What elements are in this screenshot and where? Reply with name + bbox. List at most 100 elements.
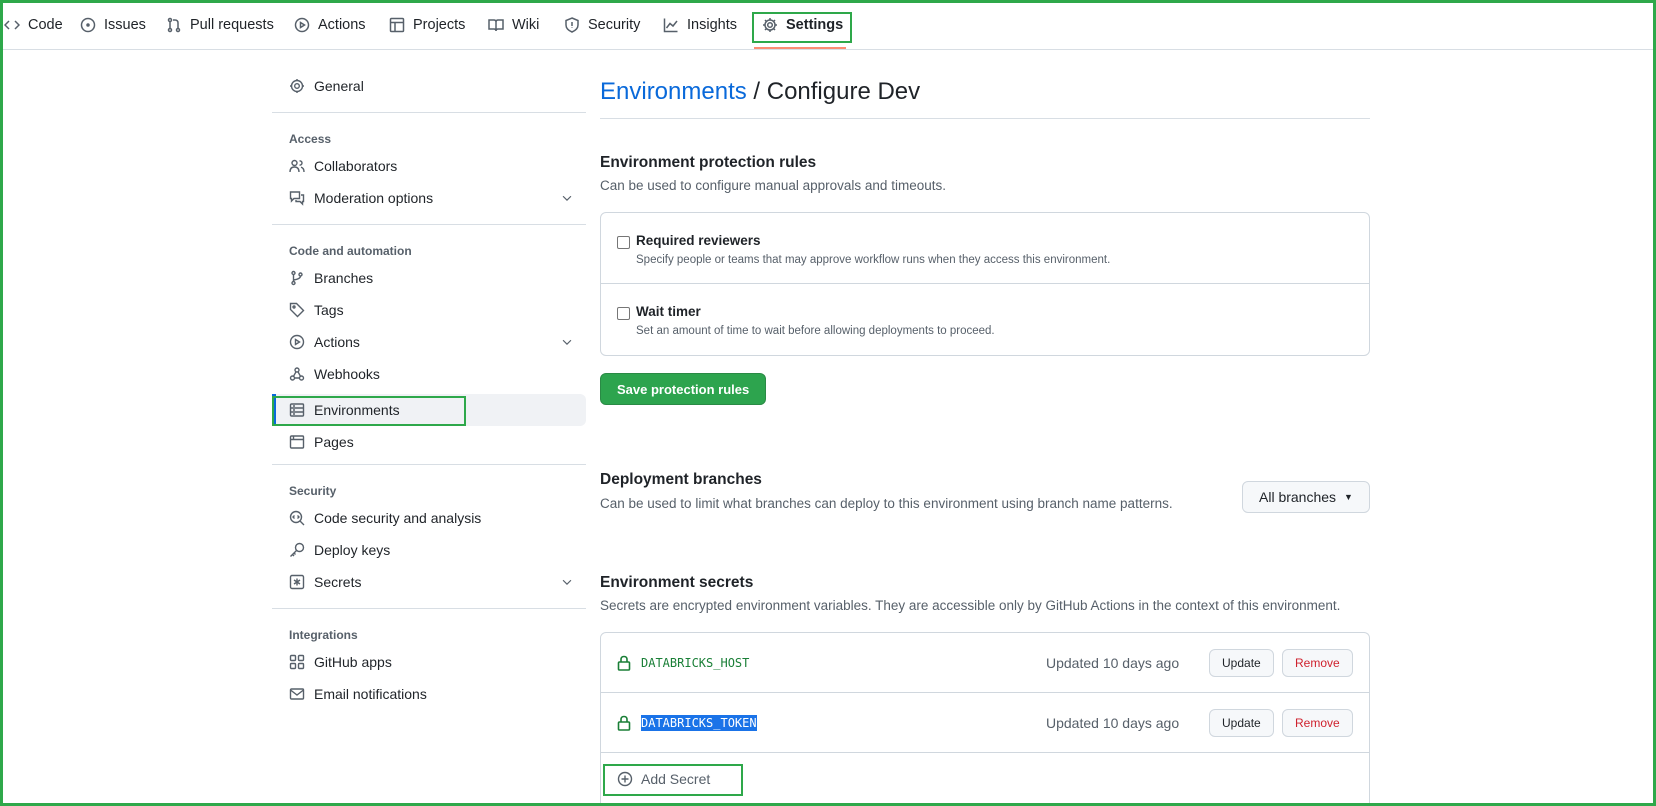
sidebar-divider bbox=[272, 464, 586, 465]
sidebar-item-label: Deploy keys bbox=[314, 542, 391, 558]
rule-label: Required reviewers bbox=[636, 233, 761, 248]
page-title: Environments / Configure Dev bbox=[600, 78, 920, 106]
sidebar-item-pages[interactable]: Pages bbox=[272, 426, 586, 458]
sidebar-item-label: Actions bbox=[314, 334, 360, 350]
rule-desc: Specify people or teams that may approve… bbox=[636, 254, 1111, 266]
asterisk-icon bbox=[289, 574, 305, 590]
tab-projects[interactable]: Projects bbox=[389, 0, 465, 50]
caret-down-icon: ▼ bbox=[1344, 492, 1353, 502]
protection-rules-title: Environment protection rules bbox=[600, 154, 817, 171]
environments-highlight-box bbox=[272, 396, 466, 426]
tab-label: Code bbox=[28, 17, 63, 33]
people-icon bbox=[289, 159, 305, 173]
tab-label: Projects bbox=[413, 17, 466, 33]
sidebar-item-secrets[interactable]: Secrets bbox=[272, 566, 586, 598]
tab-pull-requests[interactable]: Pull requests bbox=[166, 0, 274, 50]
sidebar-item-email-notifications[interactable]: Email notifications bbox=[272, 678, 586, 710]
box-divider bbox=[601, 752, 1369, 753]
sidebar-item-actions[interactable]: Actions bbox=[272, 326, 586, 358]
page-title-text: / Configure Dev bbox=[746, 78, 921, 105]
box-divider bbox=[601, 692, 1369, 693]
webhook-icon bbox=[289, 367, 305, 381]
tab-issues[interactable]: Issues bbox=[80, 0, 146, 50]
sidebar-item-collaborators[interactable]: Collaborators bbox=[272, 150, 586, 182]
shield-icon bbox=[565, 17, 579, 33]
sidebar-item-label: Moderation options bbox=[314, 190, 434, 206]
add-secret-highlight-box bbox=[603, 764, 743, 796]
table-icon bbox=[389, 17, 405, 33]
sidebar-item-deploy-keys[interactable]: Deploy keys bbox=[272, 534, 586, 566]
tag-icon bbox=[289, 302, 305, 318]
sidebar-divider bbox=[272, 112, 586, 113]
breadcrumb-environments-link[interactable]: Environments bbox=[600, 78, 747, 105]
code-icon bbox=[4, 20, 20, 30]
sidebar-item-moderation[interactable]: Moderation options bbox=[272, 182, 586, 214]
rule-desc: Set an amount of time to wait before all… bbox=[636, 325, 995, 337]
sidebar-item-github-apps[interactable]: GitHub apps bbox=[272, 646, 586, 678]
sidebar-item-label: Tags bbox=[314, 302, 344, 318]
codescan-icon bbox=[289, 510, 305, 526]
sidebar-item-label: Code security and analysis bbox=[314, 510, 482, 526]
browser-icon bbox=[289, 435, 305, 449]
apps-icon bbox=[289, 654, 305, 670]
tab-security[interactable]: Security bbox=[564, 0, 640, 50]
tab-label: Issues bbox=[104, 17, 146, 33]
deployment-branches-title: Deployment branches bbox=[600, 471, 762, 488]
deployment-branches-desc: Can be used to limit what branches can d… bbox=[600, 496, 1173, 511]
sidebar-item-general[interactable]: General bbox=[272, 70, 586, 102]
branch-icon bbox=[291, 270, 303, 286]
tab-code[interactable]: Code bbox=[4, 0, 63, 50]
sidebar-item-branches[interactable]: Branches bbox=[272, 262, 586, 294]
lock-icon bbox=[617, 655, 631, 671]
sidebar-heading-security: Security bbox=[289, 484, 337, 498]
protection-rules-box: Required reviewers Specify people or tea… bbox=[600, 212, 1370, 356]
sidebar-item-label: Secrets bbox=[314, 574, 362, 590]
sidebar-item-label: Branches bbox=[314, 270, 374, 286]
sidebar-item-label: General bbox=[314, 78, 364, 94]
required-reviewers-checkbox[interactable] bbox=[617, 236, 630, 249]
sidebar-item-label: Webhooks bbox=[314, 366, 380, 382]
all-branches-select[interactable]: All branches ▼ bbox=[1242, 481, 1370, 513]
all-branches-label: All branches bbox=[1259, 489, 1337, 505]
secret-name: DATABRICKS_TOKEN bbox=[641, 715, 757, 731]
gear-icon bbox=[290, 79, 304, 93]
tab-actions[interactable]: Actions bbox=[294, 0, 366, 50]
update-secret-button[interactable]: Update bbox=[1209, 649, 1274, 677]
sidebar-item-label: Collaborators bbox=[314, 158, 398, 174]
sidebar-item-label: Pages bbox=[314, 434, 354, 450]
settings-highlight-box bbox=[752, 12, 852, 43]
chevron-down-icon bbox=[562, 579, 572, 586]
remove-secret-button[interactable]: Remove bbox=[1282, 709, 1353, 737]
sidebar-item-label: Email notifications bbox=[314, 686, 427, 702]
sidebar-item-label: GitHub apps bbox=[314, 654, 392, 670]
tab-label: Security bbox=[588, 17, 641, 33]
book-icon bbox=[488, 19, 504, 32]
sidebar-divider bbox=[272, 608, 586, 609]
environment-secrets-desc: Secrets are encrypted environment variab… bbox=[600, 598, 1341, 613]
tab-label: Pull requests bbox=[190, 17, 274, 33]
key-icon bbox=[290, 542, 305, 557]
title-divider bbox=[600, 118, 1370, 119]
graph-icon bbox=[663, 18, 678, 33]
pull-request-icon bbox=[167, 17, 181, 33]
sidebar-heading-integrations: Integrations bbox=[289, 628, 358, 642]
comment-discussion-icon bbox=[289, 191, 305, 206]
play-icon bbox=[289, 334, 305, 350]
sidebar-divider bbox=[272, 224, 586, 225]
active-tab-underline bbox=[754, 47, 846, 49]
tab-insights[interactable]: Insights bbox=[663, 0, 737, 50]
wait-timer-checkbox[interactable] bbox=[617, 307, 630, 320]
environment-secrets-title: Environment secrets bbox=[600, 574, 754, 591]
sidebar-item-webhooks[interactable]: Webhooks bbox=[272, 358, 586, 390]
box-divider bbox=[601, 283, 1369, 284]
save-protection-rules-button[interactable]: Save protection rules bbox=[600, 373, 767, 405]
play-icon bbox=[294, 17, 310, 33]
sidebar-item-tags[interactable]: Tags bbox=[272, 294, 586, 326]
sidebar-item-code-security[interactable]: Code security and analysis bbox=[272, 502, 586, 534]
tab-wiki[interactable]: Wiki bbox=[488, 0, 539, 50]
remove-secret-button[interactable]: Remove bbox=[1282, 649, 1353, 677]
tab-label: Actions bbox=[318, 17, 366, 33]
update-secret-button[interactable]: Update bbox=[1209, 709, 1274, 737]
issue-icon bbox=[80, 17, 96, 33]
mail-icon bbox=[289, 688, 305, 700]
